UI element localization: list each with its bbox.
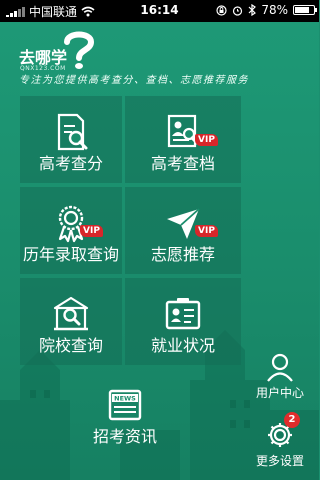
tile-score-query[interactable]: 高考查分 bbox=[20, 96, 122, 183]
svg-text:NEWS: NEWS bbox=[114, 395, 136, 403]
question-mark-logo-icon bbox=[64, 31, 95, 69]
tile-admission-history[interactable]: VIP 历年录取查询 bbox=[20, 187, 122, 274]
vip-badge: VIP bbox=[195, 225, 218, 237]
battery-level bbox=[295, 7, 310, 13]
user-center-button[interactable]: 用户中心 bbox=[248, 352, 312, 402]
tile-employment-status[interactable]: 就业状况 bbox=[125, 278, 241, 365]
school-search-icon bbox=[53, 296, 89, 331]
news-icon: NEWS bbox=[108, 389, 142, 421]
vip-badge: VIP bbox=[80, 225, 103, 237]
award-medal-icon bbox=[58, 205, 84, 243]
tile-label: 志愿推荐 bbox=[150, 245, 215, 264]
tile-label: 高考查分 bbox=[38, 154, 103, 173]
bluetooth-icon bbox=[248, 4, 257, 16]
status-bar: 中国联通 16:14 78% bbox=[0, 0, 319, 22]
status-right: 78% bbox=[216, 3, 317, 17]
more-settings-label: 更多设置 bbox=[255, 454, 304, 468]
battery-icon bbox=[293, 5, 317, 15]
score-search-icon bbox=[57, 113, 88, 151]
notification-badge: 2 bbox=[284, 412, 300, 428]
tile-school-query[interactable]: 院校查询 bbox=[20, 278, 122, 365]
more-settings-button[interactable]: 2 更多设置 bbox=[248, 412, 312, 470]
user-center-label: 用户中心 bbox=[255, 386, 304, 400]
tile-label: 院校查询 bbox=[38, 336, 103, 355]
rotation-lock-icon bbox=[216, 4, 227, 16]
tile-volunteer-recommend[interactable]: VIP 志愿推荐 bbox=[125, 187, 241, 274]
tile-label: 高考查档 bbox=[150, 154, 215, 173]
tile-label: 招考资讯 bbox=[92, 427, 157, 446]
user-icon bbox=[267, 353, 293, 382]
id-card-icon bbox=[165, 298, 201, 330]
tile-label: 历年录取查询 bbox=[22, 245, 119, 264]
profile-search-icon bbox=[167, 114, 199, 148]
vip-badge: VIP bbox=[195, 134, 218, 146]
tile-exam-news[interactable]: NEWS 招考资讯 bbox=[60, 369, 190, 456]
battery-percent: 78% bbox=[261, 3, 288, 17]
alarm-icon bbox=[233, 5, 243, 16]
slogan: 专注为您提供高考查分、查档、志愿推荐服务 bbox=[19, 75, 249, 86]
tile-label: 就业状况 bbox=[150, 336, 215, 355]
tile-archive-query[interactable]: VIP 高考查档 bbox=[125, 96, 241, 183]
paper-plane-icon bbox=[167, 208, 200, 239]
